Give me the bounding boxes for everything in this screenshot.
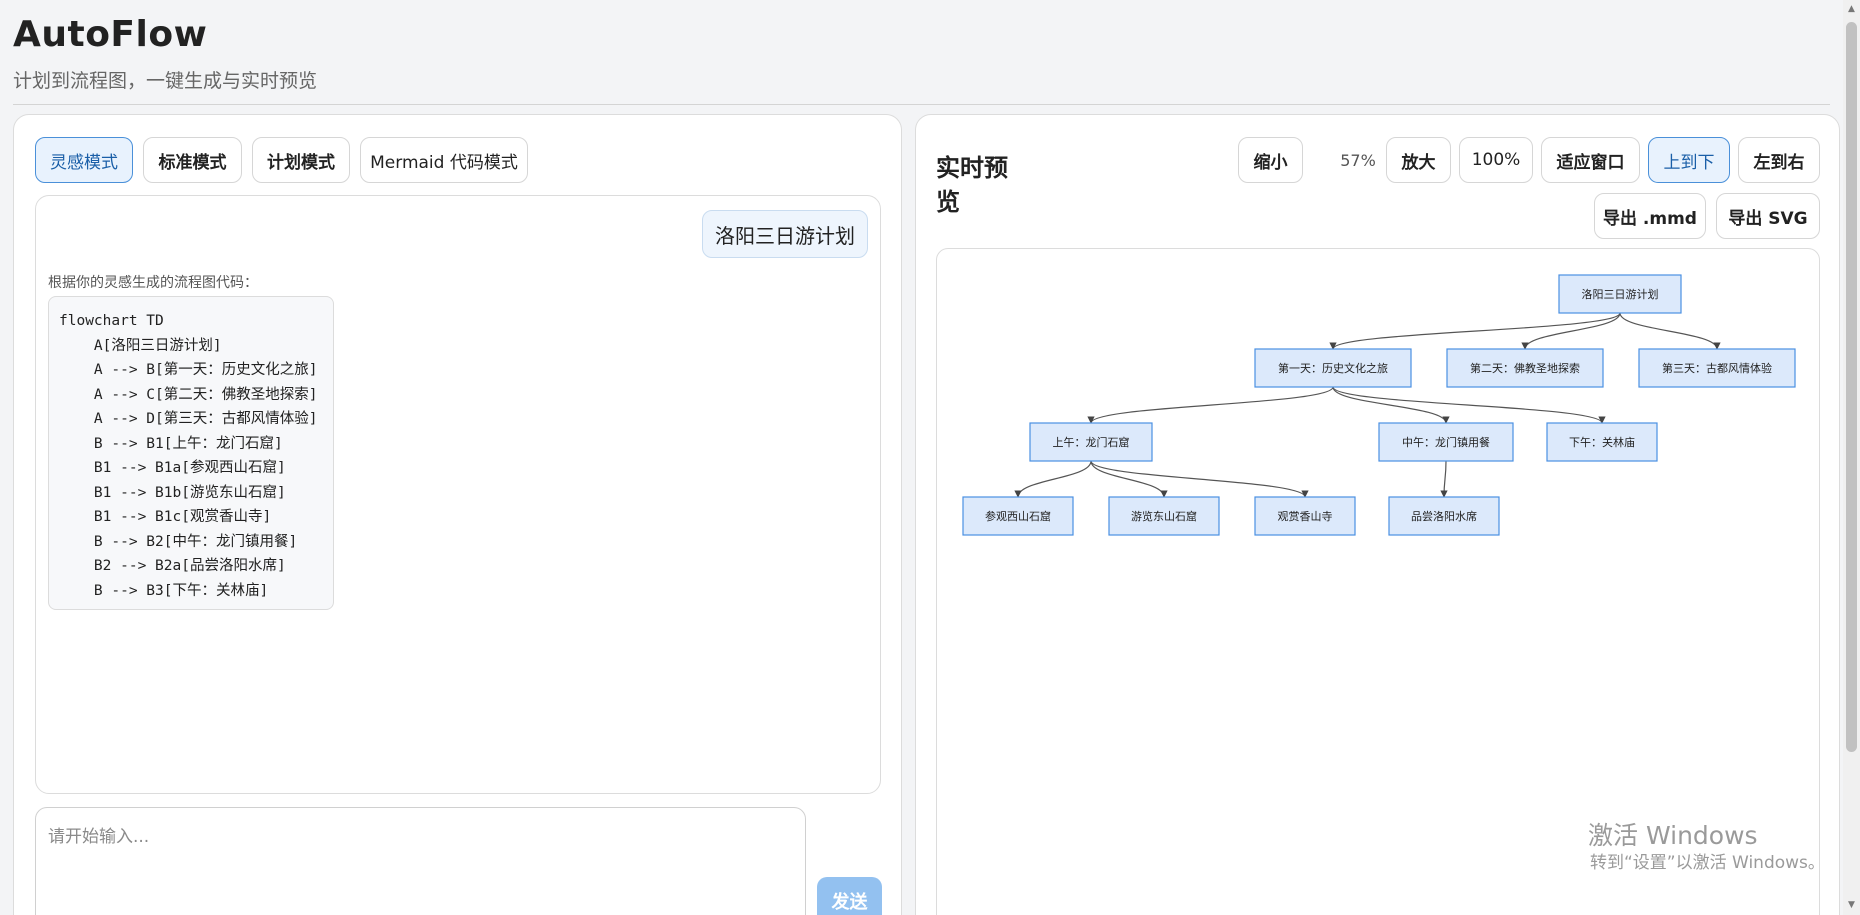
flow-node-label: 游览东山石窟 xyxy=(1131,509,1197,523)
edge-B2-B2a xyxy=(1440,460,1448,498)
flow-node-D[interactable]: 第三天：古都风情体验 xyxy=(1638,348,1796,388)
windows-activation-watermark-subtitle: 转到“设置”以激活 Windows。 xyxy=(1590,853,1825,873)
direction-left-right-button[interactable]: 左到右 xyxy=(1738,137,1820,183)
flow-node-label: 洛阳三日游计划 xyxy=(1582,287,1659,301)
app-subtitle: 计划到流程图，一键生成与实时预览 xyxy=(13,70,318,92)
mode-tab-standard[interactable]: 标准模式 xyxy=(143,137,242,183)
preview-title: 实时预览 xyxy=(936,154,1008,216)
zoom-reset-button[interactable]: 100% xyxy=(1459,137,1533,183)
flowchart-canvas[interactable]: 洛阳三日游计划第一天：历史文化之旅 第二天：佛教圣地探索 第三天：古都风情体验上午：… xyxy=(936,248,1820,915)
zoom-level-label: 57% xyxy=(1340,150,1376,170)
user-message-bubble: 洛阳三日游计划 xyxy=(702,210,868,258)
zoom-in-button[interactable]: 放大 xyxy=(1386,137,1451,183)
edge-A-C xyxy=(1521,312,1621,350)
windows-activation-watermark-title: 激活 Windows xyxy=(1588,821,1758,850)
flow-node-label: 上午：龙门石窟 xyxy=(1053,435,1130,449)
header-divider xyxy=(13,104,1830,105)
flow-node-B1c[interactable]: 观赏香山寺 xyxy=(1254,496,1356,536)
edge-B-B3 xyxy=(1332,386,1606,424)
flow-node-label: 第三天：古都风情体验 xyxy=(1662,361,1772,375)
flow-node-label: 中午：龙门镇用餐 xyxy=(1402,435,1490,449)
mode-tab-plan[interactable]: 计划模式 xyxy=(252,137,350,183)
flow-node-label: 参观西山石窟 xyxy=(985,509,1051,523)
edge-B1-B1c xyxy=(1090,460,1309,498)
flow-node-B3[interactable]: 下午：关林庙 xyxy=(1546,422,1658,462)
flow-node-B[interactable]: 第一天：历史文化之旅 xyxy=(1254,348,1412,388)
edge-A-B xyxy=(1329,312,1621,350)
fit-window-button[interactable]: 适应窗口 xyxy=(1541,137,1640,183)
scroll-up-icon[interactable]: ▲ xyxy=(1846,4,1857,14)
preview-panel: 实时预览 缩小 57% 放大 100% 适应窗口 上到下 左到右 导出 .mmd… xyxy=(915,114,1840,915)
scrollbar-thumb[interactable] xyxy=(1846,22,1857,752)
edge-B-B1 xyxy=(1087,386,1334,424)
bot-message-note: 根据你的灵感生成的流程图代码： xyxy=(48,275,258,291)
chat-history[interactable]: 洛阳三日游计划 根据你的灵感生成的流程图代码： flowchart TD A[洛… xyxy=(35,195,881,794)
zoom-out-button[interactable]: 缩小 xyxy=(1238,137,1303,183)
flow-node-label: 下午：关林庙 xyxy=(1569,435,1635,449)
generated-code-block: flowchart TD A[洛阳三日游计划] A --> B[第一天：历史文化… xyxy=(48,296,334,610)
flow-node-B2[interactable]: 中午：龙门镇用餐 xyxy=(1378,422,1514,462)
edge-B1-B1a xyxy=(1014,460,1092,498)
flow-node-B1a[interactable]: 参观西山石窟 xyxy=(962,496,1074,536)
flow-node-label: 品尝洛阳水席 xyxy=(1411,509,1477,523)
edge-B-B2 xyxy=(1332,386,1450,424)
edge-B1-B1b xyxy=(1090,460,1168,498)
flow-node-A[interactable]: 洛阳三日游计划 xyxy=(1558,274,1682,314)
mode-tab-mermaid[interactable]: Mermaid 代码模式 xyxy=(360,137,528,183)
scroll-down-icon[interactable]: ▼ xyxy=(1846,900,1857,910)
mode-tab-inspiration[interactable]: 灵感模式 xyxy=(35,137,133,183)
flow-node-B1[interactable]: 上午：龙门石窟 xyxy=(1029,422,1153,462)
direction-top-down-button[interactable]: 上到下 xyxy=(1648,137,1730,183)
flow-node-label: 第一天：历史文化之旅 xyxy=(1278,361,1388,375)
flow-node-label: 观赏香山寺 xyxy=(1278,510,1333,523)
flow-node-B2a[interactable]: 品尝洛阳水席 xyxy=(1388,496,1500,536)
app-title: AutoFlow xyxy=(13,14,208,55)
send-button[interactable]: 发送 xyxy=(817,877,882,915)
export-mmd-button[interactable]: 导出 .mmd xyxy=(1594,193,1706,239)
flow-node-C[interactable]: 第二天：佛教圣地探索 xyxy=(1446,348,1604,388)
flow-node-label: 第二天：佛教圣地探索 xyxy=(1470,361,1580,375)
edge-A-D xyxy=(1619,312,1721,350)
prompt-input[interactable] xyxy=(35,807,806,915)
chat-panel: 灵感模式 标准模式 计划模式 Mermaid 代码模式 洛阳三日游计划 根据你的… xyxy=(13,114,902,915)
export-svg-button[interactable]: 导出 SVG xyxy=(1716,193,1820,239)
flow-node-B1b[interactable]: 游览东山石窟 xyxy=(1108,496,1220,536)
